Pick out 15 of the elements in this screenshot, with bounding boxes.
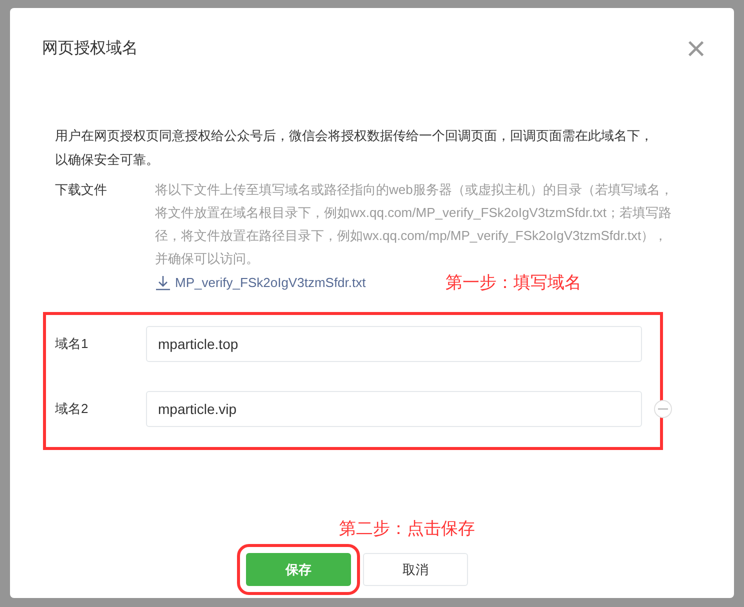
step-annotation: 第一步：填写域名 — [446, 272, 582, 294]
minus-icon — [658, 408, 668, 410]
download-icon — [155, 274, 171, 291]
instructions-text: 将以下文件上传至填写域名或路径指向的web服务器（或虚拟主机）的目录（若填写域名，将文件放置在域名根目录下，例如wx.qq.com/MP_verify_FSk2oIgV3tzmSfdr.txt；若填写路径，将文件放置在路径目录下，例如wx.qq.com/mp/MP_verify_FSk2oIgV3tzmSfdr.txt），并确保可以访问。 — [155, 181, 674, 268]
dialog-title: 网页授权域名 — [42, 38, 138, 59]
step-annotation: 第二步：点击保存 — [339, 518, 475, 540]
field-label: 域名2 — [54, 400, 90, 418]
description-text: 用户在网页授权页同意授权给公众号后，微信会将授权数据传给一个回调页面，回调页面需在此域名下，以确保安全可靠。 — [55, 127, 654, 169]
field-label: 域名1 — [54, 334, 90, 353]
download-link[interactable]: MP_verify_FSk2oIgV3tzmSfdr.txt — [155, 273, 366, 292]
domain-input[interactable]: mparticle.top — [146, 326, 642, 362]
field-label: 下载文件 — [55, 181, 108, 199]
domain-input[interactable]: mparticle.vip — [146, 390, 642, 426]
cancel-button[interactable]: 取消 — [363, 553, 468, 586]
remove-button[interactable] — [654, 400, 672, 418]
